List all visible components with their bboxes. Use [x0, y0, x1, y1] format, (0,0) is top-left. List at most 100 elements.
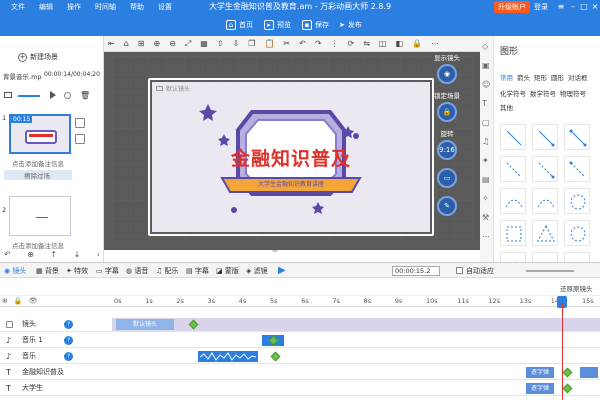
zoom-out-icon[interactable]: ⊖: [169, 39, 176, 49]
dashed-triangle-shape[interactable]: [532, 220, 558, 246]
copy-canvas-icon[interactable]: ❐: [248, 39, 255, 49]
auto-adapt-checkbox[interactable]: [456, 267, 463, 274]
tool-camera[interactable]: ◉ 镜头: [4, 263, 26, 279]
cat-more-icon[interactable]: ⋯: [482, 232, 490, 241]
upgrade-button[interactable]: 升级账户: [494, 1, 530, 13]
undo-canvas-icon[interactable]: ↶: [299, 39, 306, 49]
new-scene-button[interactable]: + 新建场景: [18, 52, 58, 62]
scene-2-note[interactable]: 点击添加备注信息: [12, 240, 64, 250]
tab-rect[interactable]: 矩形: [534, 72, 547, 82]
close-icon[interactable]: ×: [590, 0, 600, 14]
tab-common[interactable]: 常用: [500, 72, 513, 82]
tool-music[interactable]: ♫ 配乐: [156, 263, 179, 279]
home-canvas-icon[interactable]: ⌂: [124, 39, 129, 49]
scene-2-thumbnail[interactable]: [9, 196, 71, 236]
undo-icon[interactable]: ↶: [4, 250, 11, 262]
cat-tool-icon[interactable]: ⚒: [482, 213, 490, 222]
tab-circle[interactable]: 圆形: [551, 72, 564, 82]
group-icon[interactable]: ◫: [379, 39, 387, 49]
move-down-icon[interactable]: ↓: [74, 250, 81, 262]
delete-scene-icon[interactable]: [75, 134, 85, 144]
cat-text-icon[interactable]: T: [482, 99, 490, 108]
cat-image-icon[interactable]: ▣: [482, 61, 490, 70]
play-icon[interactable]: [50, 91, 56, 99]
redo-canvas-icon[interactable]: ↷: [315, 39, 322, 49]
camera-clip[interactable]: 默认镜头: [116, 319, 174, 330]
track-music-1[interactable]: ♪ 音乐 1 ?: [0, 333, 600, 348]
dashed-circle-shape[interactable]: [564, 188, 590, 214]
arrow-line-shape[interactable]: [532, 124, 558, 150]
align-icon[interactable]: ⊞: [138, 39, 145, 49]
scene-canvas[interactable]: 默认镜头 金融知识普及 大学生金融知识教育讲座: [152, 82, 430, 232]
preview-button[interactable]: ▸ 预览: [264, 17, 291, 33]
cat-chart-icon[interactable]: ▤: [482, 175, 490, 184]
help-icon[interactable]: ?: [64, 352, 73, 361]
volume-icon[interactable]: [4, 92, 12, 98]
grid-icon[interactable]: ▦: [200, 39, 208, 49]
track-music[interactable]: ♪ 音乐 ?: [0, 349, 600, 364]
tool-effect[interactable]: ✦ 特效: [66, 263, 88, 279]
tab-physics[interactable]: 物理符号: [560, 88, 586, 98]
flip-icon[interactable]: ⇋: [363, 39, 370, 49]
cat-effect-icon[interactable]: ✧: [482, 194, 490, 203]
banner-text[interactable]: 大学生金融知识教育讲座: [230, 179, 352, 188]
track-camera[interactable]: 镜头 ? 默认镜头: [0, 317, 600, 332]
tool-background[interactable]: ▦ 背景: [36, 263, 59, 279]
cut-icon[interactable]: ✂: [283, 39, 290, 49]
main-title-text[interactable]: 金融知识普及: [214, 144, 368, 171]
tab-math[interactable]: 数学符号: [530, 88, 556, 98]
ungroup-icon[interactable]: ◧: [395, 39, 403, 49]
tool-filter[interactable]: ◈ 滤镜: [246, 263, 268, 279]
arc-shape[interactable]: [500, 188, 526, 214]
dashed-line-shape[interactable]: [500, 156, 526, 182]
save-button[interactable]: ▪ 保存: [302, 17, 329, 33]
expand-icon[interactable]: ›: [97, 250, 100, 262]
subtitle-clip[interactable]: 逐字弹: [526, 383, 554, 394]
more-icon[interactable]: ⋯: [431, 39, 439, 49]
scene-1-thumbnail[interactable]: 00:15: [9, 114, 71, 154]
cat-shape-icon[interactable]: ◇: [482, 42, 490, 51]
tab-chem[interactable]: 化学符号: [500, 88, 526, 98]
home-button[interactable]: ⌂ 首页: [226, 17, 253, 33]
dashed-arrow-shape[interactable]: [532, 156, 558, 182]
first-scene-icon[interactable]: ⇤: [108, 39, 115, 49]
publish-button[interactable]: ➤ 发布: [339, 17, 362, 33]
music-keyframe[interactable]: [270, 351, 281, 362]
edit-button[interactable]: ✎: [437, 196, 457, 216]
maximize-icon[interactable]: □: [579, 0, 589, 14]
track-subtitle[interactable]: T 大学生 逐字弹: [0, 381, 600, 396]
title-clip[interactable]: 逐字弹: [526, 367, 554, 378]
tab-arrow[interactable]: 箭头: [517, 72, 530, 82]
collapse-timeline-handle[interactable]: ︾: [264, 250, 286, 258]
ruler-eye-icon[interactable]: 👁: [29, 297, 38, 305]
subtitle-keyframe[interactable]: [562, 383, 573, 394]
reset-camera-button[interactable]: 还原原镜头: [560, 283, 593, 293]
login-button[interactable]: 登录: [534, 0, 548, 14]
lock-icon[interactable]: 🔒: [412, 39, 422, 49]
tool-caption[interactable]: ▤ 字幕: [186, 263, 209, 279]
zoom-slider[interactable]: [526, 270, 574, 272]
help-icon[interactable]: ?: [64, 336, 73, 345]
arc-arrow-shape[interactable]: [532, 188, 558, 214]
cat-music-icon[interactable]: ♫: [482, 137, 490, 146]
double-arrow-shape[interactable]: [564, 124, 590, 150]
camera-toggle-button[interactable]: ◉: [437, 64, 457, 84]
music-clip[interactable]: [198, 351, 258, 362]
scene-1-transition[interactable]: 擦除过场: [4, 170, 72, 180]
cat-bubble-icon[interactable]: ▢: [482, 118, 490, 127]
menu-icon[interactable]: ≡: [556, 0, 566, 14]
paste-icon[interactable]: 📋: [264, 39, 274, 49]
dashed-rect-shape[interactable]: [500, 220, 526, 246]
ruler-add-icon[interactable]: ⊕: [2, 297, 8, 305]
tab-dialog[interactable]: 对话框: [568, 72, 588, 82]
settings-icon[interactable]: [64, 92, 71, 99]
current-time-field[interactable]: 00:00:15.2: [392, 266, 440, 276]
title-clip-2[interactable]: [580, 367, 598, 378]
layer-up-icon[interactable]: ⇧: [217, 39, 224, 49]
tab-other[interactable]: 其他: [500, 102, 513, 112]
cat-role-icon[interactable]: ☺: [482, 80, 490, 89]
add-icon[interactable]: ⊕: [27, 250, 34, 262]
rotate-icon[interactable]: ⟳: [348, 39, 355, 49]
help-icon[interactable]: ?: [64, 320, 73, 329]
scene-1-note[interactable]: 点击添加备注信息: [12, 158, 64, 168]
